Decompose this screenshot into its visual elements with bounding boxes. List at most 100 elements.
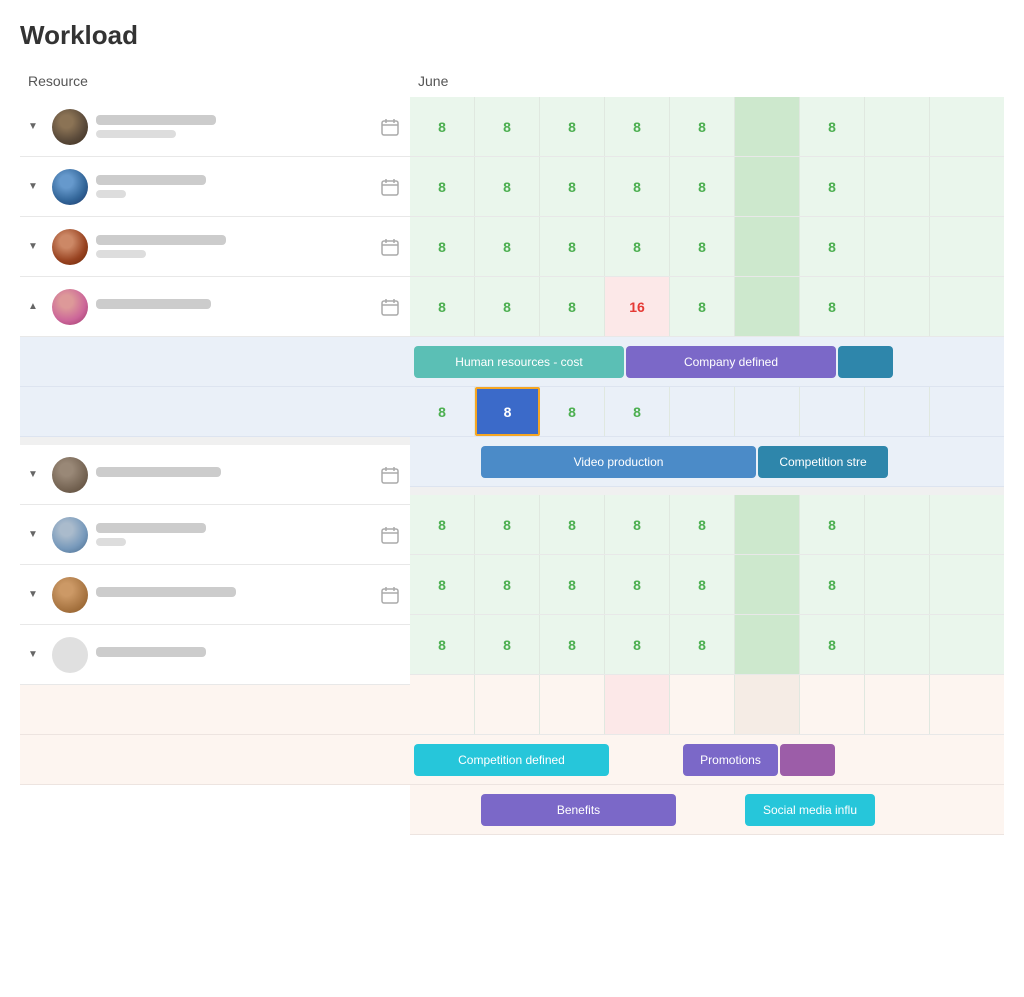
sub-cell[interactable]: 8 (605, 387, 670, 436)
competition-str-bar[interactable]: Competition stre (758, 446, 888, 478)
grid-cell[interactable]: 8 (670, 97, 735, 156)
benefits-label: Benefits (557, 803, 600, 817)
resource-info (96, 647, 402, 662)
grid-cell[interactable]: 8 (670, 217, 735, 276)
grid-cell[interactable]: 8 (670, 157, 735, 216)
grid-cell-weekend (735, 217, 800, 276)
video-production-bar[interactable]: Video production (481, 446, 756, 478)
grid-cell[interactable]: 8 (670, 277, 735, 336)
sub-bar (96, 190, 126, 198)
sub-cell-highlighted[interactable]: 8 (475, 387, 540, 436)
hr-cost-bar[interactable]: Human resources - cost (414, 346, 624, 378)
chevron-icon[interactable]: ▼ (28, 529, 44, 540)
page-title: Workload (20, 20, 1004, 51)
grid-cell[interactable]: 8 (540, 217, 605, 276)
avatar (52, 289, 88, 325)
grid-cell[interactable]: 8 (605, 217, 670, 276)
continuation-bar[interactable] (838, 346, 893, 378)
calendar-icon[interactable] (378, 523, 402, 547)
grid-cell[interactable]: 8 (475, 217, 540, 276)
grid-cell[interactable]: 8 (605, 157, 670, 216)
promotions-label: Promotions (700, 753, 761, 767)
expanded-task-row-2 (20, 387, 410, 437)
resource-col-header: Resource (20, 67, 410, 97)
grid-cell-weekend (735, 277, 800, 336)
grid-cell-empty (475, 675, 540, 734)
sub-cell[interactable]: 8 (410, 387, 475, 436)
calendar-icon[interactable] (378, 115, 402, 139)
promotions-bar[interactable]: Promotions (683, 744, 778, 776)
grid-cell[interactable]: 8 (410, 555, 475, 614)
grid-cell[interactable]: 8 (475, 157, 540, 216)
avatar (52, 457, 88, 493)
right-panel: June 8 8 8 8 8 8 8 8 8 8 8 8 (410, 67, 1004, 835)
grid-cell[interactable]: 8 (475, 97, 540, 156)
grid-row-5: 8 8 8 8 8 8 (410, 495, 1004, 555)
grid-cell[interactable]: 8 (800, 97, 865, 156)
grid-cell[interactable]: 8 (410, 277, 475, 336)
grid-cell[interactable]: 8 (475, 615, 540, 674)
grid-cell[interactable]: 8 (410, 157, 475, 216)
name-bar (96, 175, 206, 185)
resource-row: ▼ (20, 565, 410, 625)
grid-cell[interactable] (865, 97, 930, 156)
grid-cell[interactable]: 8 (605, 495, 670, 554)
grid-cell[interactable]: 8 (800, 555, 865, 614)
grid-cell[interactable]: 8 (475, 495, 540, 554)
grid-cell[interactable]: 8 (800, 277, 865, 336)
name-bar (96, 647, 206, 657)
sub-bar (96, 250, 146, 258)
grid-cell[interactable]: 8 (540, 97, 605, 156)
grid-cell[interactable]: 8 (670, 495, 735, 554)
grid-cell[interactable]: 8 (540, 555, 605, 614)
calendar-icon[interactable] (378, 235, 402, 259)
grid-cell[interactable]: 8 (800, 495, 865, 554)
grid-cell[interactable]: 8 (800, 157, 865, 216)
grid-cell[interactable]: 8 (605, 615, 670, 674)
grid-cell[interactable]: 8 (475, 277, 540, 336)
grid-cell[interactable]: 8 (670, 555, 735, 614)
grid-cell[interactable]: 8 (410, 495, 475, 554)
grid-cell-empty (800, 675, 865, 734)
calendar-icon[interactable] (378, 295, 402, 319)
chevron-icon[interactable]: ▼ (28, 469, 44, 480)
social-media-bar[interactable]: Social media influ (745, 794, 875, 826)
grid-cell[interactable] (865, 157, 930, 216)
grid-cell[interactable]: 8 (475, 555, 540, 614)
chevron-icon[interactable]: ▲ (28, 301, 44, 312)
calendar-icon[interactable] (378, 463, 402, 487)
grid-cell[interactable]: 8 (540, 157, 605, 216)
grid-cell[interactable]: 8 (540, 495, 605, 554)
grid-cell[interactable]: 8 (800, 615, 865, 674)
grid-cell[interactable]: 8 (540, 615, 605, 674)
resource-row: ▼ (20, 157, 410, 217)
sub-cell[interactable]: 8 (540, 387, 605, 436)
grid-cell-empty (540, 675, 605, 734)
resource-row: ▼ (20, 505, 410, 565)
promotions-continuation-bar[interactable] (780, 744, 835, 776)
grid-cell-overload[interactable]: 16 (605, 277, 670, 336)
grid-cell (865, 495, 930, 554)
calendar-icon[interactable] (378, 175, 402, 199)
grid-cell[interactable]: 8 (605, 97, 670, 156)
calendar-icon[interactable] (378, 583, 402, 607)
grid-cell[interactable]: 8 (410, 615, 475, 674)
chevron-icon[interactable]: ▼ (28, 241, 44, 252)
grid-cell[interactable]: 8 (800, 217, 865, 276)
sub-cell (735, 387, 800, 436)
chevron-icon[interactable]: ▼ (28, 589, 44, 600)
competition-defined-bar[interactable]: Competition defined (414, 744, 609, 776)
grid-cell[interactable]: 8 (410, 97, 475, 156)
chevron-icon[interactable]: ▼ (28, 649, 44, 660)
expanded-sub-row: 8 8 8 8 (410, 387, 1004, 437)
chevron-icon[interactable]: ▼ (28, 181, 44, 192)
grid-cell[interactable]: 8 (605, 555, 670, 614)
company-defined-bar[interactable]: Company defined (626, 346, 836, 378)
expanded-task-row-1 (20, 337, 410, 387)
grid-cell[interactable]: 8 (410, 217, 475, 276)
grid-cell[interactable]: 8 (670, 615, 735, 674)
grid-cell[interactable]: 8 (540, 277, 605, 336)
avatar (52, 517, 88, 553)
benefits-bar[interactable]: Benefits (481, 794, 676, 826)
chevron-icon[interactable]: ▼ (28, 121, 44, 132)
